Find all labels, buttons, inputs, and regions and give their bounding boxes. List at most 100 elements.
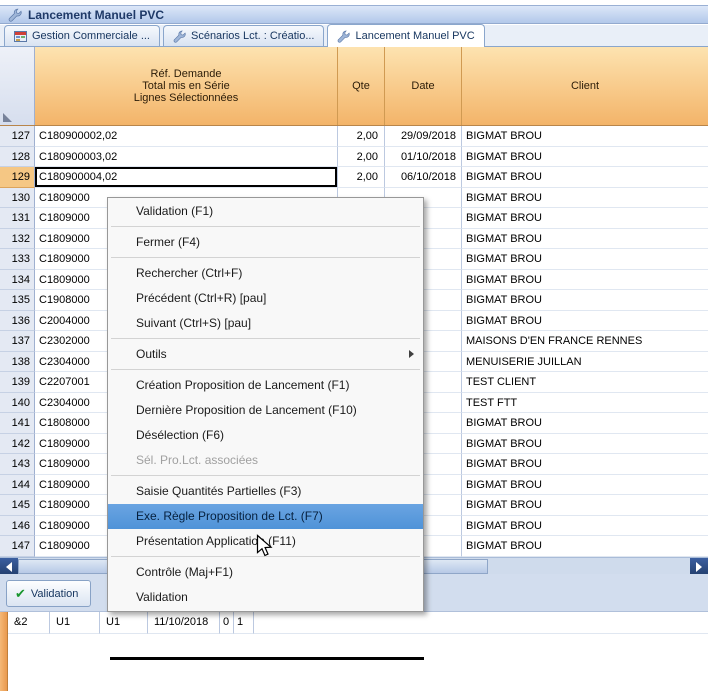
row-number[interactable]: 140 [0,393,35,414]
validation-button-label: Validation [31,588,79,600]
menu-item[interactable]: Saisie Quantités Partielles (F3) [108,479,423,504]
row-number[interactable]: 133 [0,249,35,270]
row-number[interactable]: 143 [0,454,35,475]
row-number[interactable]: 144 [0,475,35,496]
corner-select-cell[interactable] [0,47,35,125]
menu-item[interactable]: Création Proposition de Lancement (F1) [108,373,423,398]
row-number[interactable]: 129 [0,167,35,188]
cell-rest [254,612,708,634]
cell-client[interactable]: BIGMAT BROU [462,229,708,250]
menu-item-label: Rechercher (Ctrl+F) [136,266,242,280]
row-number[interactable]: 136 [0,311,35,332]
cell-plct[interactable]: &2 [8,612,50,634]
cell-client[interactable]: BIGMAT BROU [462,208,708,229]
row-number[interactable]: 130 [0,188,35,209]
cell-client[interactable]: BIGMAT BROU [462,495,708,516]
cell-col3[interactable]: U1 [100,612,148,634]
cell-client[interactable]: MENUISERIE JUILLAN [462,352,708,373]
cell-client[interactable]: BIGMAT BROU [462,147,708,168]
cell-client[interactable]: BIGMAT BROU [462,434,708,455]
cell-client[interactable]: BIGMAT BROU [462,188,708,209]
cell-ref[interactable]: C180900003,02 [35,147,338,168]
menu-item[interactable]: Validation (F1) [108,199,423,224]
cell-date[interactable]: 29/09/2018 [385,126,462,147]
cell-qte[interactable]: 2,00 [338,126,385,147]
tab-bar: Gestion Commerciale ... [0,25,708,47]
cell-client[interactable]: MAISONS D'EN FRANCE RENNES [462,331,708,352]
menu-item[interactable]: Précédent (Ctrl+R) [pau] [108,286,423,311]
row-number[interactable]: 137 [0,331,35,352]
cell-date[interactable]: 06/10/2018 [385,167,462,188]
row-number[interactable]: 146 [0,516,35,537]
cell-client[interactable]: BIGMAT BROU [462,167,708,188]
table-row[interactable]: 128 C180900003,02 2,00 01/10/2018 BIGMAT… [0,147,708,168]
menu-item[interactable]: Désélection (F6) [108,423,423,448]
tab[interactable]: Scénarios Lct. : Créatio... [163,25,325,46]
row-number[interactable]: 147 [0,536,35,557]
cell-col5[interactable]: 0 [220,612,234,634]
row-number[interactable]: 141 [0,413,35,434]
row-selector-strip[interactable] [0,612,8,691]
row-number[interactable]: 142 [0,434,35,455]
select-all-triangle-icon [3,113,12,122]
bottom-grid-row[interactable]: &2 U1 U1 11/10/2018 0 1 [8,612,708,634]
tab[interactable]: Lancement Manuel PVC [327,24,484,47]
cell-date[interactable]: 01/10/2018 [385,147,462,168]
row-number[interactable]: 139 [0,372,35,393]
cell-qte[interactable]: 2,00 [338,147,385,168]
cell-client[interactable]: TEST FTT [462,393,708,414]
menu-item-label: Exe. Règle Proposition de Lct. (F7) [136,509,323,523]
col-header-ref[interactable]: Réf. Demande Total mis en Série Lignes S… [35,47,338,125]
cell-client[interactable]: BIGMAT BROU [462,249,708,270]
row-number[interactable]: 128 [0,147,35,168]
menu-item-label: Validation (F1) [136,204,213,218]
cell-client[interactable]: BIGMAT BROU [462,126,708,147]
menu-item[interactable]: Outils [108,342,423,367]
menu-item[interactable]: Exe. Règle Proposition de Lct. (F7) [108,504,423,529]
menu-item-label: Sél. Pro.Lct. associées [136,453,258,467]
cell-client[interactable]: BIGMAT BROU [462,270,708,291]
menu-item[interactable]: Contrôle (Maj+F1) [108,560,423,585]
cell-client[interactable]: BIGMAT BROU [462,290,708,311]
row-number[interactable]: 134 [0,270,35,291]
cell-client[interactable]: BIGMAT BROU [462,516,708,537]
cell-client[interactable]: BIGMAT BROU [462,311,708,332]
col-header-qte[interactable]: Qte [338,47,385,125]
row-number[interactable]: 145 [0,495,35,516]
menu-item[interactable]: Présentation Application (F11) [108,529,423,554]
menu-item[interactable]: Dernière Proposition de Lancement (F10) [108,398,423,423]
row-number[interactable]: 132 [0,229,35,250]
row-number[interactable]: 135 [0,290,35,311]
menu-item[interactable]: Validation [108,585,423,610]
cell-client[interactable]: BIGMAT BROU [462,536,708,557]
table-row[interactable]: 127 C180900002,02 2,00 29/09/2018 BIGMAT… [0,126,708,147]
cell-date[interactable]: 11/10/2018 [148,612,220,634]
menu-item-label: Fermer (F4) [136,235,200,249]
cell-ref[interactable]: C180900004,02 [35,167,338,188]
cell-col2[interactable]: U1 [50,612,100,634]
cell-client[interactable]: BIGMAT BROU [462,413,708,434]
row-number[interactable]: 131 [0,208,35,229]
cell-col6[interactable]: 1 [234,612,254,634]
cell-qte[interactable]: 2,00 [338,167,385,188]
cell-client[interactable]: TEST CLIENT [462,372,708,393]
current-row-indicator [110,657,424,660]
cell-client[interactable]: BIGMAT BROU [462,454,708,475]
menu-item[interactable]: Sél. Pro.Lct. associées [108,448,423,473]
col-header-client[interactable]: Client [462,47,708,125]
tab[interactable]: Gestion Commerciale ... [4,25,160,46]
menu-item-label: Contrôle (Maj+F1) [136,565,233,579]
scroll-left-button[interactable] [0,558,18,575]
table-row[interactable]: 129 C180900004,02 2,00 06/10/2018 BIGMAT… [0,167,708,188]
row-number[interactable]: 127 [0,126,35,147]
cell-ref[interactable]: C180900002,02 [35,126,338,147]
menu-item[interactable]: Suivant (Ctrl+S) [pau] [108,311,423,336]
row-number[interactable]: 138 [0,352,35,373]
col-header-date[interactable]: Date [385,47,462,125]
menu-item[interactable]: Rechercher (Ctrl+F) [108,261,423,286]
validation-button[interactable]: ✔ Validation [6,580,91,607]
scroll-right-button[interactable] [690,558,708,575]
cell-client[interactable]: BIGMAT BROU [462,475,708,496]
window-title: Lancement Manuel PVC [28,8,164,22]
menu-item[interactable]: Fermer (F4) [108,230,423,255]
